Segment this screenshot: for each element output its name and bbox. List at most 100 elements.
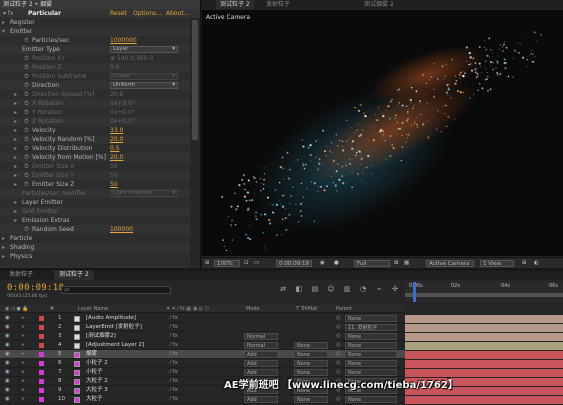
layer-switches[interactable]: ⁄ fx [170,386,178,395]
layer-switches[interactable]: ⁄ fx [170,350,178,359]
view-layout-select[interactable]: 1 View [480,260,514,267]
parent-pickwhip-icon[interactable]: ◎ [336,314,341,323]
draft-3d-icon[interactable]: ▤ [310,285,320,294]
visibility-eye-icon[interactable]: ◉ [5,350,10,359]
col-parent[interactable]: Parent [336,305,352,313]
expand-right-icon[interactable]: ▸ [14,99,17,108]
effect-prop-row[interactable]: ▸ ⏱ X Rotation 0x+0.0° [0,99,190,108]
effect-prop-value[interactable]: 20.0 [110,135,123,144]
timeline-timecode[interactable]: 0:00:09:18 [7,283,64,293]
layer-name[interactable]: [测试烟雾2] [86,332,116,341]
parent-pickwhip-icon[interactable]: ◎ [336,332,341,341]
effect-prop-dropdown[interactable]: Uniform [110,82,178,89]
stopwatch-icon[interactable]: ⏱ [24,54,29,63]
brainstorm-icon[interactable]: ✣ [390,285,400,294]
resolution-select[interactable]: Full [354,260,390,267]
layer-name[interactable]: 烟雾 [86,350,97,359]
effect-prop-dropdown[interactable]: Linear [110,73,178,80]
layer-parent-select[interactable]: None [345,315,397,322]
layer-row[interactable]: ◉ ▸ 6 小粒子 2 ⁄ fx Add None ◎ None [0,359,405,368]
layer-row[interactable]: ◉ ▸ 3 [测试烟雾2] ⁄ fx Normal ◎ None [0,332,405,341]
layer-switches[interactable]: ⁄ fx [170,314,178,323]
work-area-bar[interactable] [405,293,563,297]
layer-label-color[interactable] [39,388,44,393]
effect-prop-value[interactable]: 0x+0.0° [110,108,135,117]
viewer-tab-2[interactable]: 发射粒子 [262,0,294,9]
stopwatch-icon[interactable]: ⏱ [24,72,29,81]
parent-pickwhip-icon[interactable]: ◎ [336,323,341,332]
layer-parent-select[interactable]: None [345,333,397,340]
camera-select[interactable]: Active Camera [426,260,474,267]
effect-prop-value[interactable]: 0x+0.0° [110,117,135,126]
effect-prop-row[interactable]: ▸ ⏱ Velocity from Motion [%] 20.0 [0,153,190,162]
graph-editor-icon[interactable]: ⌁ [374,285,384,294]
effect-toggle-icon[interactable]: ▾ fx [3,10,14,17]
parent-pickwhip-icon[interactable]: ◎ [336,341,341,350]
stopwatch-icon[interactable]: ⏱ [24,144,29,153]
layer-mode-select[interactable]: Add [244,351,278,358]
layer-duration-bar[interactable] [405,341,563,350]
effect-prop-value[interactable]: 20.0 [110,90,123,99]
effect-prop-row[interactable]: ▸ ⏱ Emitter Size Y 50 [0,171,190,180]
effect-prop-row[interactable]: ▸ ⏱ Z Rotation 0x+0.0° [0,117,190,126]
layer-label-color[interactable] [39,379,44,384]
layer-expand-icon[interactable]: ▸ [22,341,25,350]
timeline-tab-2[interactable]: 测试粒子 2 [54,270,94,280]
expand-right-icon[interactable]: ▸ [2,18,5,27]
layer-expand-icon[interactable]: ▸ [22,395,25,404]
viewer-tab-3[interactable]: 测试烟雾 2 [360,0,398,9]
effect-prop-row[interactable]: ▸ Shading [0,243,190,252]
visibility-eye-icon[interactable]: ◉ [5,395,10,404]
effect-prop-row[interactable]: ⏱ Random Seed 100000 [0,225,190,234]
comp-canvas[interactable]: Active Camera [202,10,563,256]
stopwatch-icon[interactable]: ⏱ [24,180,29,189]
expand-right-icon[interactable]: ▸ [14,135,17,144]
layer-name[interactable]: 大粒子 3 [86,386,108,395]
layer-parent-select[interactable]: None [345,396,397,403]
layer-label-color[interactable] [39,334,44,339]
layer-expand-icon[interactable]: ▸ [22,368,25,377]
stopwatch-icon[interactable]: ⏱ [24,126,29,135]
layer-label-color[interactable] [39,397,44,402]
stopwatch-icon[interactable]: ⏱ [24,108,29,117]
expand-right-icon[interactable]: ▸ [14,162,17,171]
expand-right-icon[interactable]: ▸ [2,243,5,252]
layer-expand-icon[interactable]: ▸ [22,314,25,323]
effect-prop-value[interactable]: 33.0 [110,126,123,135]
layer-switches[interactable]: ⁄ fx [170,332,178,341]
layer-trkmat-select[interactable]: None [294,351,328,358]
effect-prop-row[interactable]: ▸ ⏱ Velocity 33.0 [0,126,190,135]
visibility-eye-icon[interactable]: ◉ [5,386,10,395]
effect-prop-value[interactable]: ⊕ 540.0,360.0 [110,54,153,63]
layer-duration-bar[interactable] [405,332,563,341]
stopwatch-icon[interactable]: ⏱ [24,153,29,162]
layer-expand-icon[interactable]: ▸ [22,359,25,368]
transparency-grid-icon[interactable]: ▦ [404,260,409,267]
visibility-eye-icon[interactable]: ◉ [5,377,10,386]
layer-row[interactable]: ◉ ▸ 2 LayerEmit [发射粒子] ⁄ fx ◎ 11. 发射粒子 [0,323,405,332]
expand-right-icon[interactable]: ▸ [14,207,17,216]
layer-row[interactable]: ◉ ▸ 1 [Audio Amplitude] ⁄ fx ◎ None [0,314,405,323]
layer-switches[interactable]: ⁄ fx [170,341,178,350]
expand-right-icon[interactable]: ▸ [14,171,17,180]
expand-right-icon[interactable]: ▸ [2,252,5,261]
expand-right-icon[interactable]: ▸ [14,216,17,225]
stopwatch-icon[interactable]: ⏱ [24,90,29,99]
expand-right-icon[interactable]: ▸ [14,144,17,153]
effect-prop-row[interactable]: ▸ ⏱ Velocity Distribution 0.5 [0,144,190,153]
layer-expand-icon[interactable]: ▸ [22,377,25,386]
effect-prop-value[interactable]: 0.0 [110,63,120,72]
reset-link[interactable]: Reset [110,9,127,18]
effect-prop-value[interactable]: 50 [110,180,118,189]
scrollbar-thumb[interactable] [192,20,198,140]
visibility-eye-icon[interactable]: ◉ [5,323,10,332]
parent-pickwhip-icon[interactable]: ◎ [336,359,341,368]
time-ruler[interactable]: 0:00s 02s 04s 06s [405,282,563,302]
effect-prop-value[interactable]: 0x+0.0° [110,99,135,108]
layer-duration-bar[interactable] [405,350,563,359]
playhead[interactable] [413,282,416,302]
effect-controls-scrollbar[interactable] [190,18,200,268]
frame-blending-icon[interactable]: ▥ [342,285,352,294]
layer-search-input[interactable]: ρ▾ [61,286,171,294]
visibility-eye-icon[interactable]: ◉ [5,368,10,377]
